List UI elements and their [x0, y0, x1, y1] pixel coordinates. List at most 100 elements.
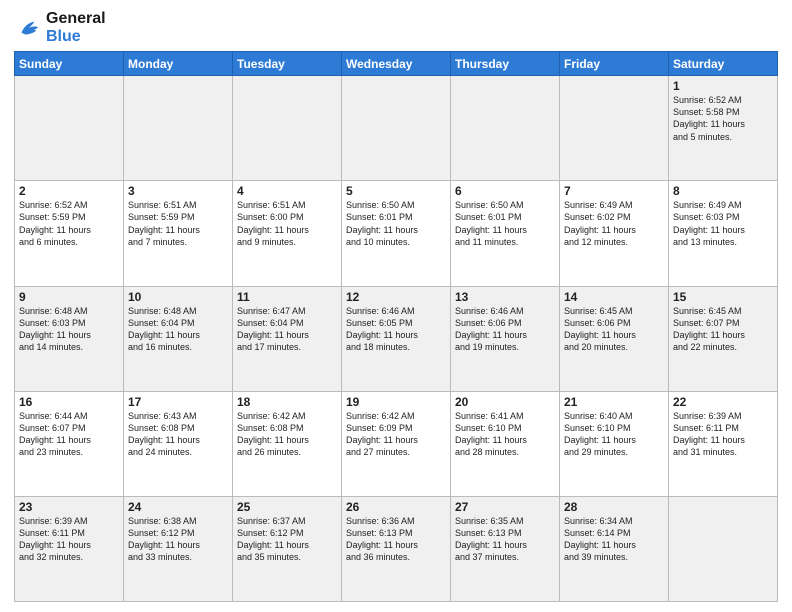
day-info: Sunrise: 6:46 AM Sunset: 6:05 PM Dayligh…: [346, 305, 446, 354]
day-number: 17: [128, 395, 228, 409]
calendar-page: General Blue Sunday Monday Tuesday Wedne…: [0, 0, 792, 612]
table-row: [560, 76, 669, 181]
col-thursday: Thursday: [451, 52, 560, 76]
table-row: 15Sunrise: 6:45 AM Sunset: 6:07 PM Dayli…: [669, 286, 778, 391]
table-row: 3Sunrise: 6:51 AM Sunset: 5:59 PM Daylig…: [124, 181, 233, 286]
day-number: 11: [237, 290, 337, 304]
table-row: 18Sunrise: 6:42 AM Sunset: 6:08 PM Dayli…: [233, 391, 342, 496]
day-info: Sunrise: 6:39 AM Sunset: 6:11 PM Dayligh…: [673, 410, 773, 459]
calendar-table: Sunday Monday Tuesday Wednesday Thursday…: [14, 51, 778, 602]
table-row: 7Sunrise: 6:49 AM Sunset: 6:02 PM Daylig…: [560, 181, 669, 286]
day-number: 15: [673, 290, 773, 304]
table-row: 27Sunrise: 6:35 AM Sunset: 6:13 PM Dayli…: [451, 496, 560, 601]
calendar-week-row: 1Sunrise: 6:52 AM Sunset: 5:58 PM Daylig…: [15, 76, 778, 181]
day-number: 5: [346, 184, 446, 198]
day-info: Sunrise: 6:48 AM Sunset: 6:03 PM Dayligh…: [19, 305, 119, 354]
calendar-week-row: 2Sunrise: 6:52 AM Sunset: 5:59 PM Daylig…: [15, 181, 778, 286]
col-wednesday: Wednesday: [342, 52, 451, 76]
day-info: Sunrise: 6:52 AM Sunset: 5:59 PM Dayligh…: [19, 199, 119, 248]
table-row: [124, 76, 233, 181]
day-info: Sunrise: 6:38 AM Sunset: 6:12 PM Dayligh…: [128, 515, 228, 564]
col-friday: Friday: [560, 52, 669, 76]
day-number: 13: [455, 290, 555, 304]
logo-text: General Blue: [46, 10, 106, 45]
day-number: 7: [564, 184, 664, 198]
table-row: 14Sunrise: 6:45 AM Sunset: 6:06 PM Dayli…: [560, 286, 669, 391]
table-row: 21Sunrise: 6:40 AM Sunset: 6:10 PM Dayli…: [560, 391, 669, 496]
day-number: 14: [564, 290, 664, 304]
table-row: 20Sunrise: 6:41 AM Sunset: 6:10 PM Dayli…: [451, 391, 560, 496]
table-row: 24Sunrise: 6:38 AM Sunset: 6:12 PM Dayli…: [124, 496, 233, 601]
day-info: Sunrise: 6:42 AM Sunset: 6:09 PM Dayligh…: [346, 410, 446, 459]
day-number: 9: [19, 290, 119, 304]
table-row: 17Sunrise: 6:43 AM Sunset: 6:08 PM Dayli…: [124, 391, 233, 496]
header: General Blue: [14, 10, 778, 45]
col-saturday: Saturday: [669, 52, 778, 76]
day-info: Sunrise: 6:41 AM Sunset: 6:10 PM Dayligh…: [455, 410, 555, 459]
day-number: 4: [237, 184, 337, 198]
table-row: 13Sunrise: 6:46 AM Sunset: 6:06 PM Dayli…: [451, 286, 560, 391]
day-info: Sunrise: 6:51 AM Sunset: 5:59 PM Dayligh…: [128, 199, 228, 248]
day-info: Sunrise: 6:37 AM Sunset: 6:12 PM Dayligh…: [237, 515, 337, 564]
day-number: 24: [128, 500, 228, 514]
day-number: 8: [673, 184, 773, 198]
day-info: Sunrise: 6:48 AM Sunset: 6:04 PM Dayligh…: [128, 305, 228, 354]
table-row: 23Sunrise: 6:39 AM Sunset: 6:11 PM Dayli…: [15, 496, 124, 601]
table-row: [669, 496, 778, 601]
day-number: 28: [564, 500, 664, 514]
day-number: 21: [564, 395, 664, 409]
table-row: [342, 76, 451, 181]
table-row: 2Sunrise: 6:52 AM Sunset: 5:59 PM Daylig…: [15, 181, 124, 286]
day-number: 10: [128, 290, 228, 304]
day-number: 22: [673, 395, 773, 409]
day-number: 2: [19, 184, 119, 198]
day-info: Sunrise: 6:39 AM Sunset: 6:11 PM Dayligh…: [19, 515, 119, 564]
table-row: 10Sunrise: 6:48 AM Sunset: 6:04 PM Dayli…: [124, 286, 233, 391]
day-number: 1: [673, 79, 773, 93]
day-number: 16: [19, 395, 119, 409]
day-info: Sunrise: 6:36 AM Sunset: 6:13 PM Dayligh…: [346, 515, 446, 564]
logo-icon: [14, 14, 42, 42]
table-row: 26Sunrise: 6:36 AM Sunset: 6:13 PM Dayli…: [342, 496, 451, 601]
day-number: 6: [455, 184, 555, 198]
calendar-week-row: 16Sunrise: 6:44 AM Sunset: 6:07 PM Dayli…: [15, 391, 778, 496]
table-row: 9Sunrise: 6:48 AM Sunset: 6:03 PM Daylig…: [15, 286, 124, 391]
day-info: Sunrise: 6:42 AM Sunset: 6:08 PM Dayligh…: [237, 410, 337, 459]
day-info: Sunrise: 6:40 AM Sunset: 6:10 PM Dayligh…: [564, 410, 664, 459]
table-row: 4Sunrise: 6:51 AM Sunset: 6:00 PM Daylig…: [233, 181, 342, 286]
table-row: 6Sunrise: 6:50 AM Sunset: 6:01 PM Daylig…: [451, 181, 560, 286]
table-row: [233, 76, 342, 181]
day-number: 27: [455, 500, 555, 514]
day-info: Sunrise: 6:45 AM Sunset: 6:06 PM Dayligh…: [564, 305, 664, 354]
calendar-week-row: 23Sunrise: 6:39 AM Sunset: 6:11 PM Dayli…: [15, 496, 778, 601]
day-number: 20: [455, 395, 555, 409]
table-row: 12Sunrise: 6:46 AM Sunset: 6:05 PM Dayli…: [342, 286, 451, 391]
day-number: 18: [237, 395, 337, 409]
table-row: 5Sunrise: 6:50 AM Sunset: 6:01 PM Daylig…: [342, 181, 451, 286]
day-info: Sunrise: 6:52 AM Sunset: 5:58 PM Dayligh…: [673, 94, 773, 143]
table-row: 11Sunrise: 6:47 AM Sunset: 6:04 PM Dayli…: [233, 286, 342, 391]
table-row: 16Sunrise: 6:44 AM Sunset: 6:07 PM Dayli…: [15, 391, 124, 496]
table-row: 1Sunrise: 6:52 AM Sunset: 5:58 PM Daylig…: [669, 76, 778, 181]
day-number: 26: [346, 500, 446, 514]
day-info: Sunrise: 6:50 AM Sunset: 6:01 PM Dayligh…: [346, 199, 446, 248]
day-number: 25: [237, 500, 337, 514]
day-info: Sunrise: 6:45 AM Sunset: 6:07 PM Dayligh…: [673, 305, 773, 354]
day-number: 23: [19, 500, 119, 514]
day-info: Sunrise: 6:49 AM Sunset: 6:03 PM Dayligh…: [673, 199, 773, 248]
day-info: Sunrise: 6:34 AM Sunset: 6:14 PM Dayligh…: [564, 515, 664, 564]
table-row: 28Sunrise: 6:34 AM Sunset: 6:14 PM Dayli…: [560, 496, 669, 601]
day-info: Sunrise: 6:43 AM Sunset: 6:08 PM Dayligh…: [128, 410, 228, 459]
table-row: 19Sunrise: 6:42 AM Sunset: 6:09 PM Dayli…: [342, 391, 451, 496]
day-info: Sunrise: 6:35 AM Sunset: 6:13 PM Dayligh…: [455, 515, 555, 564]
logo: General Blue: [14, 10, 106, 45]
calendar-header-row: Sunday Monday Tuesday Wednesday Thursday…: [15, 52, 778, 76]
table-row: 25Sunrise: 6:37 AM Sunset: 6:12 PM Dayli…: [233, 496, 342, 601]
day-number: 19: [346, 395, 446, 409]
day-info: Sunrise: 6:49 AM Sunset: 6:02 PM Dayligh…: [564, 199, 664, 248]
table-row: 22Sunrise: 6:39 AM Sunset: 6:11 PM Dayli…: [669, 391, 778, 496]
day-info: Sunrise: 6:47 AM Sunset: 6:04 PM Dayligh…: [237, 305, 337, 354]
table-row: [451, 76, 560, 181]
col-sunday: Sunday: [15, 52, 124, 76]
day-info: Sunrise: 6:44 AM Sunset: 6:07 PM Dayligh…: [19, 410, 119, 459]
